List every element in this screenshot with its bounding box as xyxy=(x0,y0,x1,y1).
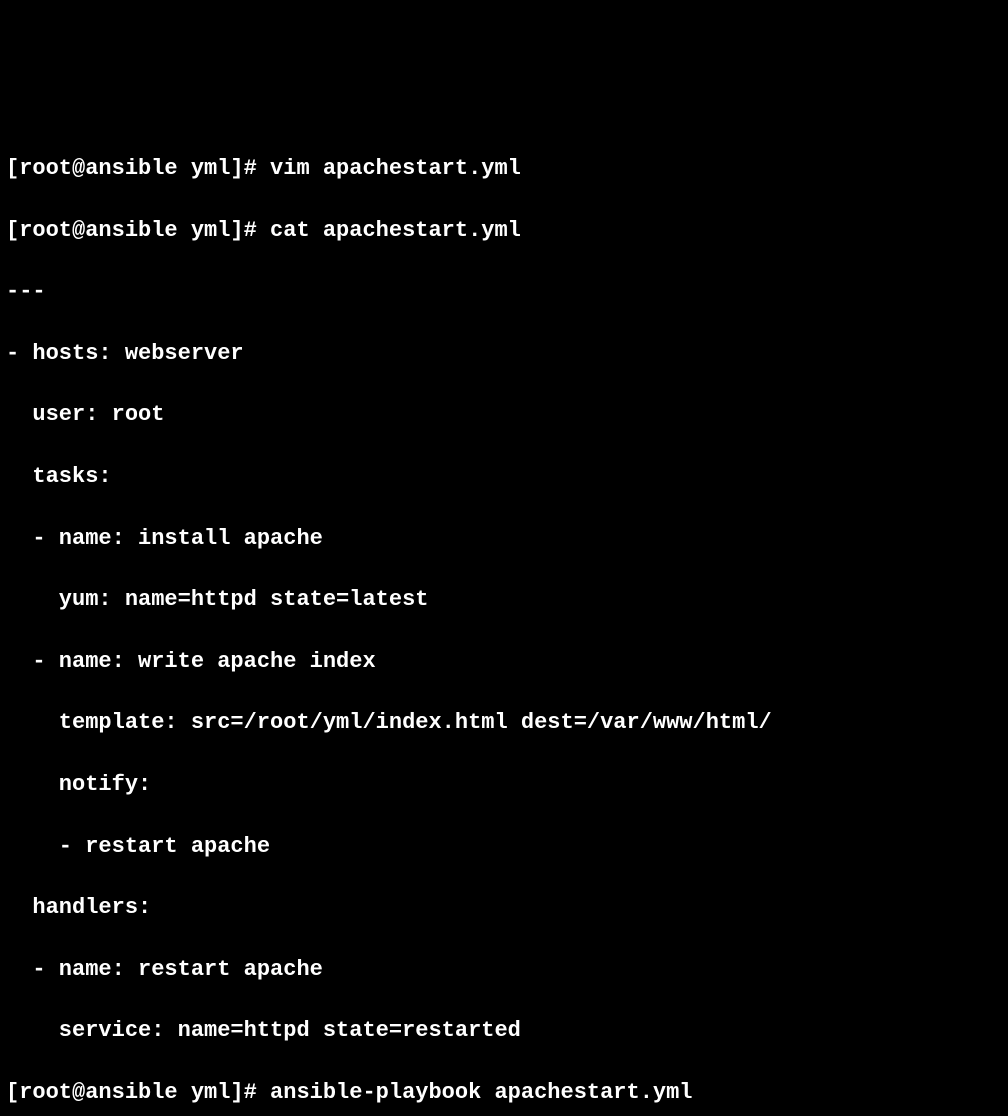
terminal-line: yum: name=httpd state=latest xyxy=(6,585,1002,616)
terminal-line: tasks: xyxy=(6,462,1002,493)
terminal-line: user: root xyxy=(6,400,1002,431)
terminal-line: service: name=httpd state=restarted xyxy=(6,1016,1002,1047)
terminal-line: - hosts: webserver xyxy=(6,339,1002,370)
terminal-line: [root@ansible yml]# cat apachestart.yml xyxy=(6,216,1002,247)
terminal-line: handlers: xyxy=(6,893,1002,924)
terminal-line: - name: install apache xyxy=(6,524,1002,555)
terminal-line: - name: write apache index xyxy=(6,647,1002,678)
terminal-line: - restart apache xyxy=(6,832,1002,863)
terminal-line: [root@ansible yml]# vim apachestart.yml xyxy=(6,154,1002,185)
terminal-line: template: src=/root/yml/index.html dest=… xyxy=(6,708,1002,739)
terminal-window[interactable]: [root@ansible yml]# vim apachestart.yml … xyxy=(0,123,1008,1116)
terminal-line: [root@ansible yml]# ansible-playbook apa… xyxy=(6,1078,1002,1109)
terminal-line: - name: restart apache xyxy=(6,955,1002,986)
terminal-line: --- xyxy=(6,277,1002,308)
terminal-line: notify: xyxy=(6,770,1002,801)
